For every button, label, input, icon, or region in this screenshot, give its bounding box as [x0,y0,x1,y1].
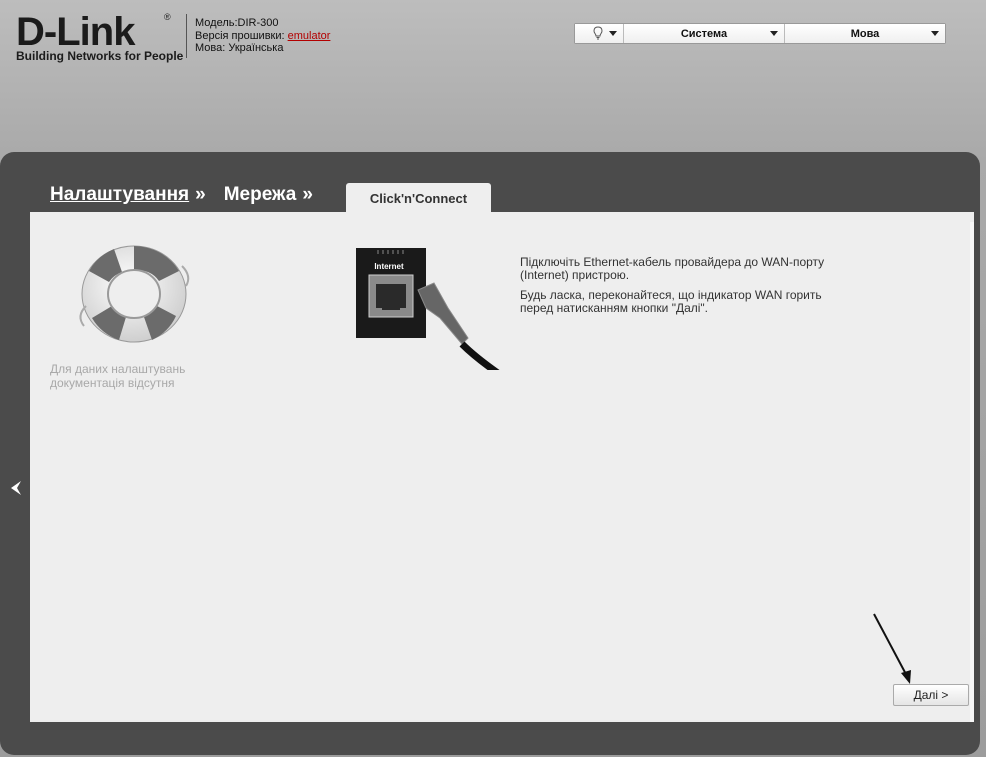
language-menu-label: Мова [850,27,880,40]
tab-click-n-connect[interactable]: Click'n'Connect [346,183,491,213]
breadcrumb-separator: » [302,184,313,205]
dlink-logo: D-Link ® Building Networks for People [16,10,183,64]
logo-registered-mark: ® [164,12,171,22]
model-value: DIR-300 [237,17,279,29]
lifebuoy-icon [79,245,190,343]
ethernet-port-icon: Internet [356,248,500,370]
system-menu-label: Система [680,27,728,40]
system-menu[interactable]: Система [624,24,785,43]
breadcrumb-separator: » [195,184,206,205]
logo-tagline: Building Networks for People [16,49,184,63]
firmware-row: Версія прошивки: emulator [195,30,330,43]
breadcrumb-network[interactable]: Мережа [224,184,297,206]
header-divider [186,14,187,58]
instruction-connect: Підключіть Ethernet-кабель провайдера до… [520,255,825,282]
firmware-label: Версія прошивки: [195,29,285,42]
lightbulb-icon [593,26,603,40]
firmware-link[interactable]: emulator [288,30,331,42]
content-area: Для даних налаштувань документація відсу… [30,212,974,722]
no-docs-message: Для даних налаштувань документація відсу… [50,362,185,390]
breadcrumb: Налаштування » Мережа » [50,184,313,206]
language-row: Мова: Українська [195,42,330,55]
no-docs-line-2: документація відсутня [50,376,175,390]
instructions: Підключіть Ethernet-кабель провайдера до… [520,256,840,322]
instruction-check-wan: Будь ласка, переконайтеся, що індикатор … [520,288,822,315]
back-arrow-icon[interactable] [8,480,24,496]
tab-label: Click'n'Connect [369,190,468,206]
chevron-down-icon [609,31,617,36]
chevron-down-icon [931,31,939,36]
scrollbar[interactable] [970,222,974,722]
top-menu: Система Мова [574,23,946,44]
model-row: Модель:DIR-300 [195,17,330,30]
model-label: Модель: [195,17,238,29]
chevron-down-icon [770,31,778,36]
port-label: Internet [374,262,404,271]
device-info: Модель:DIR-300 Версія прошивки: emulator… [195,17,330,55]
no-docs-line-1: Для даних налаштувань [50,362,186,376]
logo-brand: D-Link [16,10,135,54]
language-label: Мова: [195,42,226,54]
annotation-arrow-icon [873,613,911,684]
language-menu[interactable]: Мова [785,24,945,43]
tips-menu[interactable] [575,24,624,43]
language-value: Українська [228,42,284,54]
breadcrumb-settings[interactable]: Налаштування [50,184,189,206]
